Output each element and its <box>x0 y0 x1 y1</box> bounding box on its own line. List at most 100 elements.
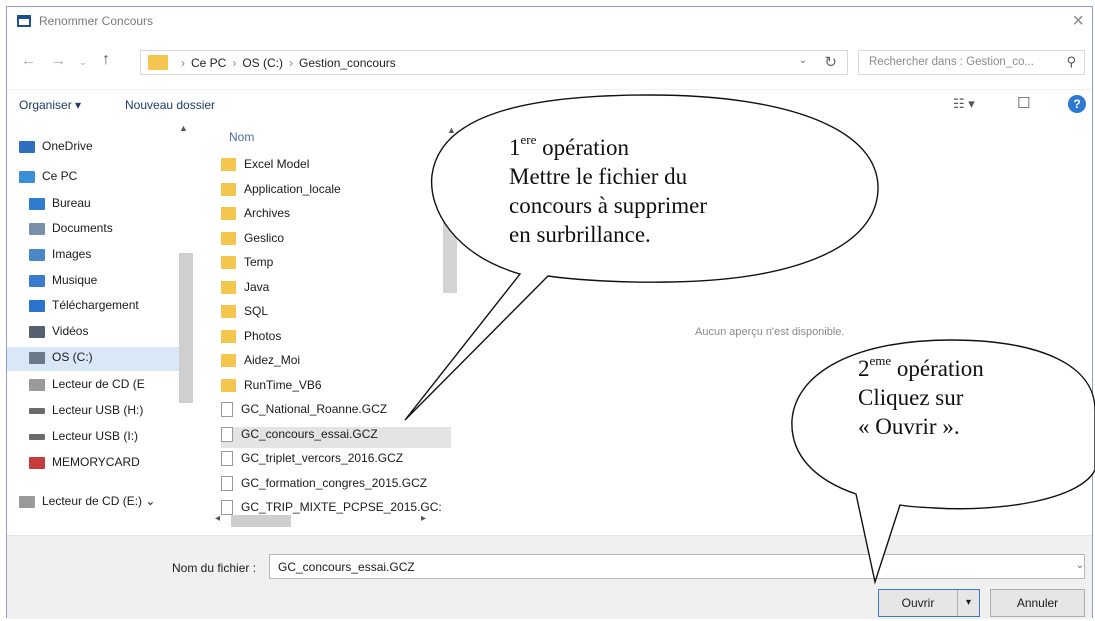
file-row[interactable]: GC_triplet_vercors_2016.GCZ <box>221 451 451 472</box>
folder-row[interactable]: RunTime_VB6 <box>221 378 451 399</box>
chevron-down-icon[interactable]: ⌄ <box>799 55 807 66</box>
nav-item-desktop[interactable]: Bureau <box>29 196 91 216</box>
refresh-icon[interactable]: ↻ <box>824 53 837 71</box>
organize-button[interactable]: Organiser ▾ <box>19 98 81 112</box>
file-name: Photos <box>244 328 282 343</box>
nav-item-os-c[interactable]: OS (C:) <box>7 347 179 371</box>
search-icon: ⚲ <box>1066 54 1076 69</box>
callout-text-1: 1ere opération Mettre le fichier du conc… <box>509 133 707 249</box>
usb-drive-icon <box>29 433 45 440</box>
preview-pane-icon[interactable]: ☐ <box>1017 94 1030 112</box>
folder-row[interactable]: Geslico <box>221 231 451 252</box>
file-name: GC_TRIP_MIXTE_PCPSE_2015.GC: <box>241 500 442 514</box>
nav-item-cd-drive[interactable]: Lecteur de CD (E <box>29 377 179 397</box>
folder-row[interactable]: SQL <box>221 304 451 325</box>
file-name: SQL <box>244 304 269 318</box>
open-button-label: Ouvrir <box>901 596 935 610</box>
search-input[interactable]: Rechercher dans : Gestion_co... ⚲ <box>858 50 1085 75</box>
nav-item-videos[interactable]: Vidéos <box>29 324 88 344</box>
open-file-dialog: Renommer Concours × ← → ⌄ ↑ › Ce PC › OS (C… <box>6 6 1093 619</box>
folder-icon <box>221 231 236 245</box>
search-placeholder: Rechercher dans : Gestion_co... <box>869 56 1034 68</box>
back-arrow-icon[interactable]: ← <box>21 52 36 69</box>
desktop-icon <box>29 197 45 210</box>
view-options-icon[interactable]: ☷ ▾ <box>953 96 975 112</box>
file-icon <box>221 500 233 516</box>
file-name: Aidez_Moi <box>244 353 301 367</box>
folder-icon <box>221 158 236 172</box>
up-arrow-icon[interactable]: ↑ <box>102 51 110 69</box>
nav-item-music[interactable]: Musique <box>29 273 97 293</box>
folder-icon <box>221 207 236 221</box>
file-name: GC_triplet_vercors_2016.GCZ <box>241 451 404 465</box>
recent-chevron-icon[interactable]: ⌄ <box>79 57 87 68</box>
folder-row[interactable]: Application_locale <box>221 182 451 203</box>
scroll-up-icon[interactable]: ▲ <box>447 125 456 135</box>
command-bar: Organiser ▾ Nouveau dossier ☷ ▾ ☐ ? <box>7 89 1092 121</box>
file-row[interactable]: GC_formation_congres_2015.GCZ <box>221 476 451 497</box>
callout-line: « Ouvrir ». <box>858 414 960 439</box>
file-name: GC_National_Roanne.GCZ <box>241 402 388 416</box>
file-name: Application_locale <box>244 181 341 196</box>
folder-row[interactable]: Photos <box>221 329 451 350</box>
callout-line: Cliquez sur <box>858 385 964 410</box>
download-icon <box>29 299 45 312</box>
folder-row[interactable]: Java <box>221 280 451 301</box>
new-folder-button[interactable]: Nouveau dossier <box>125 98 215 112</box>
chevron-down-icon[interactable]: ⌄ <box>1076 560 1084 571</box>
nav-item-usb-i[interactable]: Lecteur USB (I:) <box>29 429 138 449</box>
breadcrumb-item[interactable]: Gestion_concours <box>299 56 396 70</box>
folder-row[interactable]: Archives <box>221 206 451 227</box>
nav-item-images[interactable]: Images <box>29 247 91 267</box>
nav-item-cd-drive-e[interactable]: Lecteur de CD (E:) ⌄ <box>19 494 155 514</box>
nav-item-onedrive[interactable]: OneDrive <box>19 139 93 159</box>
open-dropdown-icon[interactable]: ▾ <box>957 590 979 616</box>
folder-icon <box>148 55 168 70</box>
folder-icon <box>221 329 236 343</box>
nav-item-usb-h[interactable]: Lecteur USB (H:) <box>29 403 179 423</box>
nav-scrollbar-thumb[interactable] <box>179 253 193 403</box>
breadcrumb-item[interactable]: Ce PC <box>191 56 226 70</box>
folder-row[interactable]: Temp <box>221 255 451 276</box>
folder-icon <box>221 256 236 270</box>
drive-icon <box>29 351 45 364</box>
scroll-left-icon[interactable]: ◂ <box>215 513 220 524</box>
nav-item-label: Bureau <box>52 196 91 210</box>
callout-ordinal: ere <box>520 132 537 147</box>
close-icon[interactable]: × <box>1072 10 1084 33</box>
nav-item-this-pc[interactable]: Ce PC <box>19 169 77 189</box>
filename-field[interactable] <box>269 554 1085 579</box>
open-button[interactable]: Ouvrir ▾ <box>878 589 980 617</box>
file-row[interactable]: GC_concours_essai.GCZ <box>221 426 451 448</box>
cloud-icon <box>19 140 35 153</box>
nav-item-memorycard[interactable]: MEMORYCARD <box>29 455 140 475</box>
callout-number: 1 <box>509 135 521 160</box>
navigation-pane: ▲ OneDrive Ce PC Bureau Documents Images… <box>7 123 202 529</box>
cancel-button[interactable]: Annuler <box>990 589 1085 617</box>
folder-row[interactable]: Excel Model <box>221 157 451 178</box>
file-row[interactable]: GC_National_Roanne.GCZ <box>221 402 451 423</box>
address-bar[interactable]: › Ce PC › OS (C:) › Gestion_concours ⌄ ↻ <box>140 50 848 75</box>
file-icon <box>221 475 233 491</box>
column-header-name[interactable]: Nom <box>229 130 254 144</box>
file-icon <box>221 426 233 442</box>
file-name: Temp <box>244 255 274 269</box>
callout-line: concours à supprimer <box>509 193 707 218</box>
forward-arrow-icon[interactable]: → <box>51 52 66 69</box>
file-icon <box>221 451 233 467</box>
scroll-right-icon[interactable]: ▸ <box>421 513 426 524</box>
nav-item-label: Téléchargement <box>52 298 139 312</box>
nav-item-label: Ce PC <box>42 169 78 183</box>
breadcrumb-item[interactable]: OS (C:) <box>242 56 283 70</box>
horizontal-scrollbar-thumb[interactable] <box>231 515 291 527</box>
nav-item-downloads[interactable]: Téléchargement <box>29 298 179 318</box>
folder-icon <box>221 378 236 392</box>
file-name: RunTime_VB6 <box>244 377 322 392</box>
nav-item-documents[interactable]: Documents <box>29 221 113 241</box>
folder-row[interactable]: Aidez_Moi <box>221 353 451 374</box>
scroll-up-icon[interactable]: ▲ <box>179 123 188 133</box>
usb-drive-icon <box>29 407 45 414</box>
nav-item-label: OS (C:) <box>52 350 93 364</box>
help-icon[interactable]: ? <box>1068 95 1086 113</box>
nav-item-label: Images <box>52 247 92 261</box>
